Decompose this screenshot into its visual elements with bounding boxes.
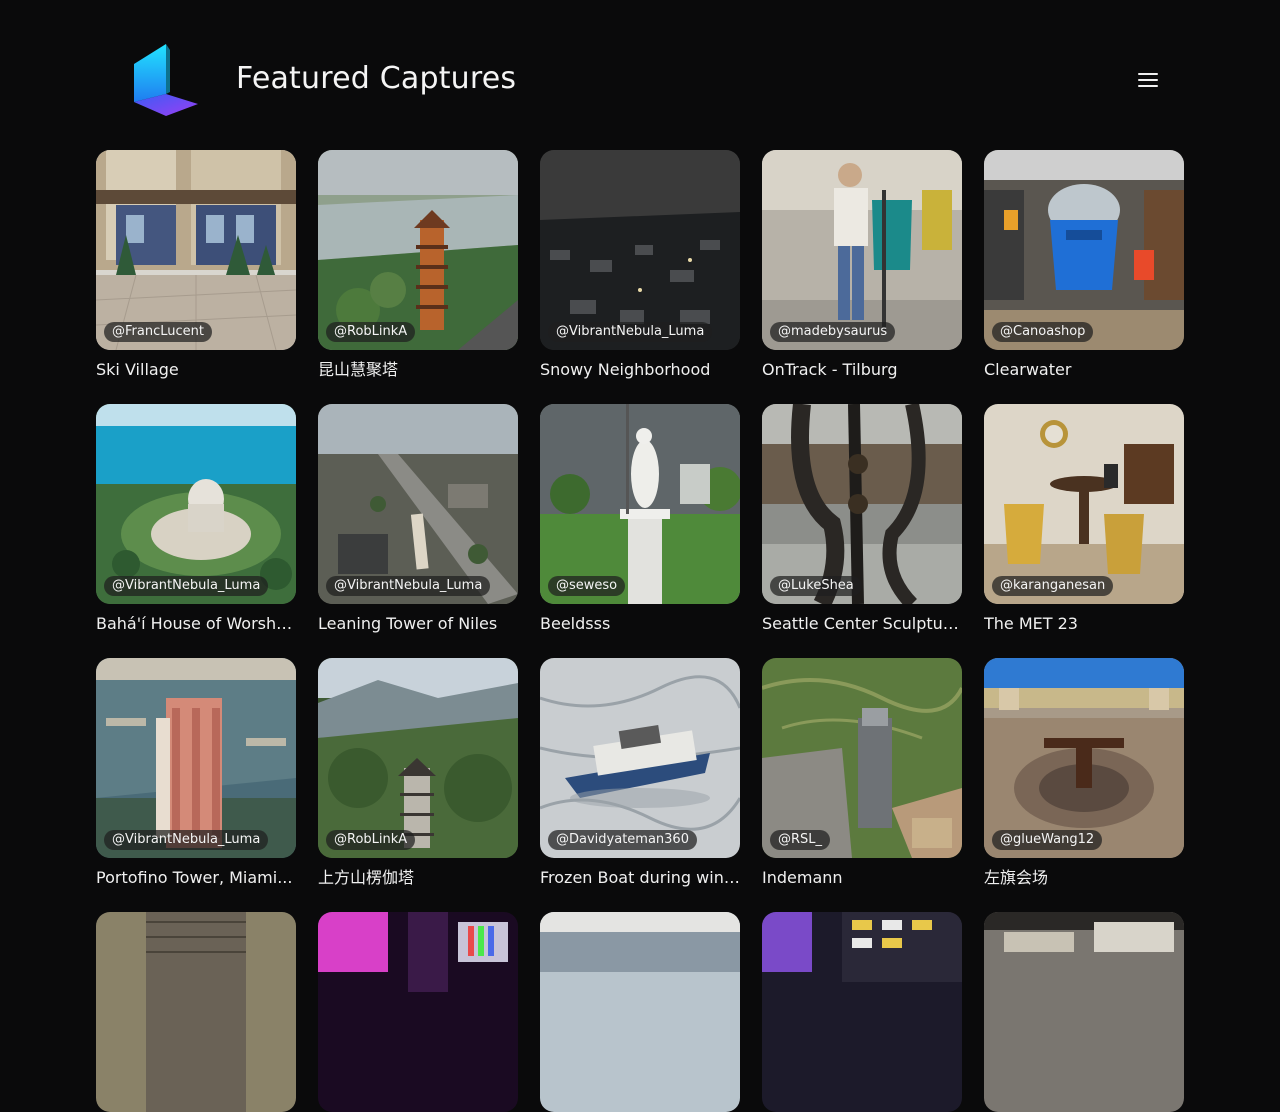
author-tag[interactable]: @LukeShea [770,576,862,596]
author-tag[interactable]: @RobLinkA [326,322,416,342]
hamburger-menu-icon [1138,73,1158,75]
capture-title[interactable]: Seattle Center Sculpture... [762,613,962,635]
tower-wood-image [96,912,296,1112]
capture-thumbnail[interactable]: @glueWang12 [984,658,1184,858]
capture-thumbnail[interactable]: @RobLinkA [318,150,518,350]
page-title: Featured Captures [236,61,517,96]
capture-thumbnail[interactable]: @LukeShea [762,404,962,604]
pagoda-river-image [318,150,518,350]
snowy-city-image [540,150,740,350]
author-tag[interactable]: @karanganesan [992,576,1114,596]
author-tag[interactable]: @Canoashop [992,322,1094,342]
author-tag[interactable]: @RobLinkA [326,830,416,850]
capture-thumbnail[interactable]: @VibrantNebula_Luma [96,404,296,604]
capture-title[interactable]: 上方山楞伽塔 [318,867,518,889]
author-tag[interactable]: @glueWang12 [992,830,1103,850]
press-room-image [762,912,962,1112]
author-tag[interactable]: @VibrantNebula_Luma [548,322,713,342]
aerial-town-image [318,404,518,604]
menu-button[interactable] [1132,66,1164,94]
store-person-image [762,150,962,350]
capture-title[interactable]: Clearwater [984,359,1184,381]
indemann-image [762,658,962,858]
workshop-image [984,912,1184,1112]
capture-title[interactable]: Leaning Tower of Niles [318,613,518,635]
capture-thumbnail[interactable] [318,912,518,1112]
sky-water-image [540,912,740,1112]
capture-thumbnail[interactable]: @RSL_ [762,658,962,858]
capture-title[interactable]: 左旗会场 [984,867,1184,889]
capture-title[interactable]: Beeldsss [540,613,740,635]
neon-stage-image [318,912,518,1112]
author-tag[interactable]: @RSL_ [770,830,831,850]
capture-thumbnail[interactable]: @FrancLucent [96,150,296,350]
tower-harbor-image [96,658,296,858]
capture-thumbnail[interactable]: @karanganesan [984,404,1184,604]
sculpture-image [762,404,962,604]
pagoda-mountain-image [318,658,518,858]
capture-thumbnail[interactable] [762,912,962,1112]
capture-thumbnail[interactable]: @VibrantNebula_Luma [540,150,740,350]
author-tag[interactable]: @Davidyateman360 [548,830,697,850]
capture-thumbnail[interactable]: @VibrantNebula_Luma [318,404,518,604]
capture-thumbnail[interactable]: @Davidyateman360 [540,658,740,858]
capture-title[interactable]: Portofino Tower, Miami... [96,867,296,889]
capture-thumbnail[interactable] [96,912,296,1112]
capture-title[interactable]: The MET 23 [984,613,1184,635]
author-tag[interactable]: @seweso [548,576,626,596]
frozen-boat-image [540,658,740,858]
luma-logo-icon[interactable] [134,44,198,116]
capture-title[interactable]: 昆山慧聚塔 [318,359,518,381]
capture-title[interactable]: Snowy Neighborhood [540,359,740,381]
capture-thumbnail[interactable]: @madebysaurus [762,150,962,350]
village-image [96,150,296,350]
shop-vest-image [984,150,1184,350]
author-tag[interactable]: @FrancLucent [104,322,212,342]
capture-thumbnail[interactable]: @RobLinkA [318,658,518,858]
header: Featured Captures [0,0,1280,150]
temple-lake-image [96,404,296,604]
capture-thumbnail[interactable] [540,912,740,1112]
capture-title[interactable]: Indemann [762,867,962,889]
capture-thumbnail[interactable]: @VibrantNebula_Luma [96,658,296,858]
author-tag[interactable]: @madebysaurus [770,322,896,342]
capture-title[interactable]: OnTrack - Tilburg [762,359,962,381]
capture-thumbnail[interactable]: @Canoashop [984,150,1184,350]
capture-title[interactable]: Ski Village [96,359,296,381]
author-tag[interactable]: @VibrantNebula_Luma [326,576,491,596]
capture-title[interactable]: Frozen Boat during winter [540,867,740,889]
statue-image [540,404,740,604]
author-tag[interactable]: @VibrantNebula_Luma [104,576,269,596]
capture-thumbnail[interactable] [984,912,1184,1112]
museum-room-image [984,404,1184,604]
author-tag[interactable]: @VibrantNebula_Luma [104,830,269,850]
capture-title[interactable]: Bahá'í House of Worship ... [96,613,296,635]
capture-thumbnail[interactable]: @seweso [540,404,740,604]
plaza-image [984,658,1184,858]
